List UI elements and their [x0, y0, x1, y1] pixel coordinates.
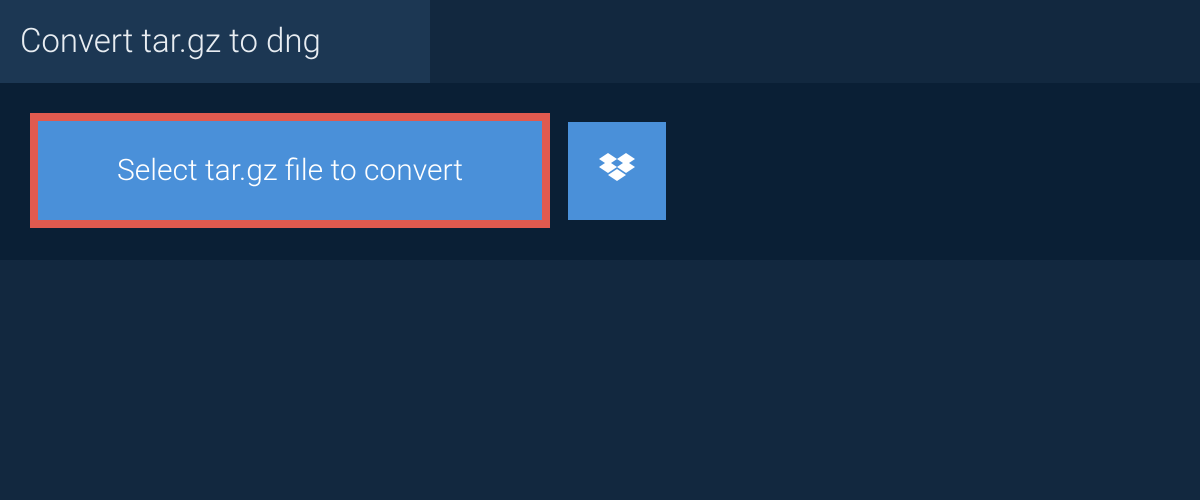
page-title: Convert tar.gz to dng	[20, 22, 400, 61]
header-tab: Convert tar.gz to dng	[0, 0, 430, 83]
select-file-label: Select tar.gz file to convert	[117, 153, 463, 188]
dropbox-icon	[599, 153, 635, 189]
upload-panel: Select tar.gz file to convert	[0, 83, 1200, 260]
dropbox-button[interactable]	[568, 122, 666, 220]
select-file-button[interactable]: Select tar.gz file to convert	[30, 113, 550, 228]
